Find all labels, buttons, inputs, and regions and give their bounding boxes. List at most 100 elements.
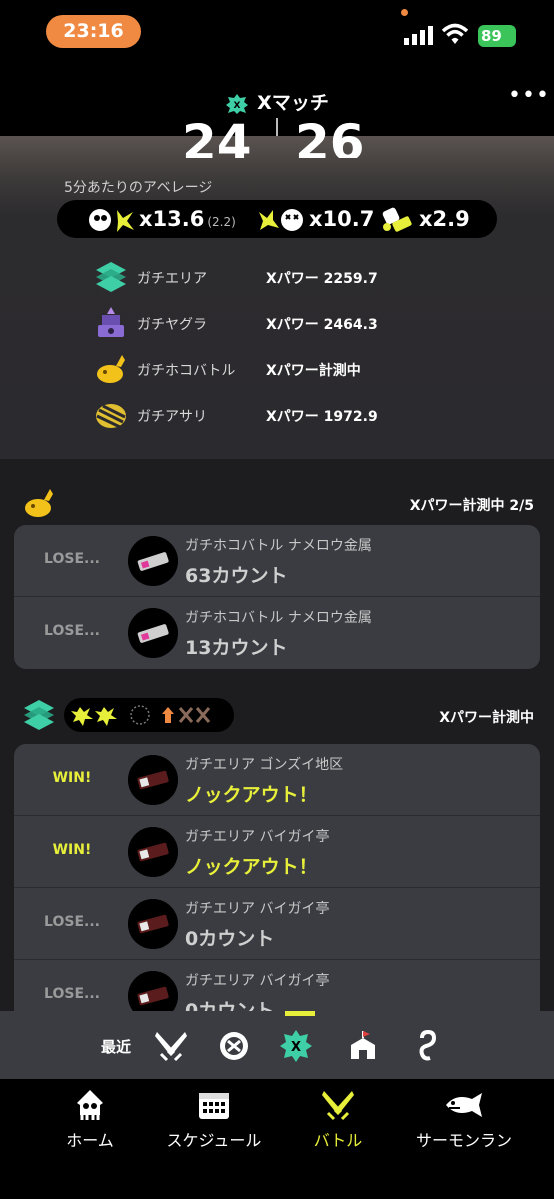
kills-stat: x13.6 (2.2) (87, 200, 236, 238)
svg-text:X: X (291, 1040, 301, 1055)
x-power-row-tower-control: ガチヤグラ Xパワー 2464.3 (94, 306, 514, 340)
all-battles-icon[interactable] (153, 1028, 189, 1064)
battle-result: LOSE... (44, 551, 100, 567)
mode-power: Xパワー 2464.3 (266, 317, 378, 333)
score-right-digits: 26 (295, 118, 365, 158)
tab-label: スケジュール (166, 1131, 262, 1150)
bottom-tab-bar: ホーム スケジュール バトル サーモンラン (0, 1079, 554, 1199)
battle-history-list[interactable]: Xパワー計測中 2/5 LOSE... ガチホコバトル ナメロウ金属 63カウン… (0, 459, 554, 1011)
battle-card-splat-zones: WIN! ガチエリア ゴンズイ地区 ノックアウト！ WIN! ガチエリア バイガ… (14, 744, 540, 1011)
clock: 23:16 (46, 15, 141, 48)
page-title-text: Xマッチ (257, 92, 329, 114)
battery-indicator: 89 (478, 25, 516, 47)
anarchy-battle-icon[interactable] (216, 1028, 252, 1064)
challenge-icon[interactable] (345, 1028, 381, 1064)
splat-zones-icon (24, 700, 54, 730)
deaths-value: x10.7 (309, 207, 375, 231)
tab-label: サーモンラン (415, 1131, 512, 1150)
special-weapon-icon (382, 207, 412, 232)
battle-count: 0カウント (185, 1000, 275, 1011)
battle-result: WIN! (52, 842, 92, 858)
specials-stat: x2.9 (379, 200, 470, 238)
tab-home[interactable]: ホーム (20, 1089, 160, 1151)
battle-count: 63カウント (185, 565, 288, 587)
x-power-row-rainmaker: ガチホコバトル Xパワー計測中 (94, 352, 514, 386)
score-left-digits: 24 (182, 118, 252, 158)
battle-row[interactable]: LOSE... ガチエリア バイガイ亭 0カウント (14, 888, 540, 960)
series-progress-pill (64, 698, 234, 732)
salmon-icon (446, 1093, 482, 1117)
tab-battle[interactable]: バトル (268, 1089, 408, 1151)
x-match-icon: X (226, 93, 249, 114)
battle-row[interactable]: LOSE... ガチホコバトル ナメロウ金属 13カウント (14, 597, 540, 669)
battle-row[interactable]: WIN! ガチエリア バイガイ亭 ノックアウト！ (14, 816, 540, 888)
battle-stage: ガチエリア バイガイ亭 (185, 901, 330, 917)
x-power-row-splat-zones: ガチエリア Xパワー 2259.7 (94, 260, 514, 294)
calendar-icon (199, 1093, 229, 1119)
wifi-icon (442, 23, 468, 44)
battle-count: ノックアウト！ (185, 784, 318, 806)
battle-count: 0カウント (185, 928, 275, 950)
battle-row[interactable]: LOSE... ガチエリア バイガイ亭 0カウント (14, 960, 540, 1011)
score-banner-clipped: 24 26 (0, 118, 554, 158)
summary-section: 24 26 5分あたりのアベレージ x13.6 (2.2) x10.7 x2.9… (0, 118, 554, 459)
battle-result: LOSE... (44, 914, 100, 930)
tower-control-icon (98, 307, 124, 337)
battle-stage: ガチエリア バイガイ亭 (185, 829, 330, 845)
kill-icon (89, 209, 134, 232)
more-menu-button[interactable]: ••• (508, 85, 549, 109)
average-stats-pill: x13.6 (2.2) x10.7 x2.9 (57, 200, 497, 238)
battle-stage: ガチホコバトル ナメロウ金属 (185, 610, 372, 626)
battle-count: 13カウント (185, 637, 288, 659)
battle-row[interactable]: WIN! ガチエリア ゴンズイ地区 ノックアウト！ (14, 744, 540, 816)
tab-label: ホーム (66, 1131, 114, 1150)
clam-blitz-icon (96, 404, 126, 429)
battle-result: LOSE... (44, 986, 100, 1002)
mode-power: Xパワー 2259.7 (266, 271, 378, 287)
tab-salmon-run[interactable]: サーモンラン (394, 1089, 534, 1151)
group-status: Xパワー計測中 (439, 710, 534, 726)
x-battle-icon[interactable]: X (278, 1028, 314, 1064)
cellular-signal-icon (404, 26, 433, 45)
tab-schedule[interactable]: スケジュール (144, 1089, 284, 1151)
death-icon (259, 209, 303, 231)
weapon-icon (128, 971, 178, 1011)
win-loss-markers (71, 705, 211, 726)
battle-stage: ガチホコバトル ナメロウ金属 (185, 538, 372, 554)
mode-name: ガチホコバトル (137, 363, 236, 379)
kills-value: x13.6 (139, 207, 205, 231)
battle-row[interactable]: LOSE... ガチホコバトル ナメロウ金属 63カウント (14, 525, 540, 597)
weapon-icon (128, 536, 178, 586)
mode-power: Xパワー 1972.9 (266, 409, 378, 425)
battle-card-rainmaker: LOSE... ガチホコバトル ナメロウ金属 63カウント LOSE... ガチ… (14, 525, 540, 669)
battle-count: ノックアウト！ (185, 856, 318, 878)
tab-label: バトル (313, 1131, 363, 1150)
mode-name: ガチアサリ (137, 409, 207, 425)
recent-filter-label[interactable]: 最近 (101, 1036, 131, 1057)
battle-stage: ガチエリア ゴンズイ地区 (185, 757, 344, 773)
page-title: X Xマッチ (0, 88, 554, 115)
average-label: 5分あたりのアベレージ (64, 180, 213, 196)
private-battle-icon[interactable] (410, 1028, 446, 1064)
status-bar: 23:16 89 (0, 0, 554, 64)
mode-power: Xパワー計測中 (266, 363, 361, 379)
battle-icon (322, 1091, 354, 1121)
score-divider (276, 118, 278, 136)
mode-name: ガチエリア (137, 271, 207, 287)
group-header-rainmaker: Xパワー計測中 2/5 (0, 481, 554, 525)
battle-result: WIN! (52, 770, 92, 786)
mode-name: ガチヤグラ (137, 317, 207, 333)
battle-stage: ガチエリア バイガイ亭 (185, 973, 330, 989)
group-status: Xパワー計測中 2/5 (409, 498, 534, 514)
squid-home-icon (77, 1090, 103, 1120)
active-filter-indicator (285, 1011, 315, 1016)
specials-value: x2.9 (419, 207, 470, 231)
battle-result: LOSE... (44, 623, 100, 639)
deaths-stat: x10.7 (257, 200, 374, 238)
assists-value: (2.2) (207, 215, 236, 229)
privacy-indicator (401, 9, 408, 16)
weapon-icon (128, 827, 178, 877)
weapon-icon (128, 608, 178, 658)
rainmaker-icon (97, 355, 125, 383)
weapon-icon (128, 755, 178, 805)
